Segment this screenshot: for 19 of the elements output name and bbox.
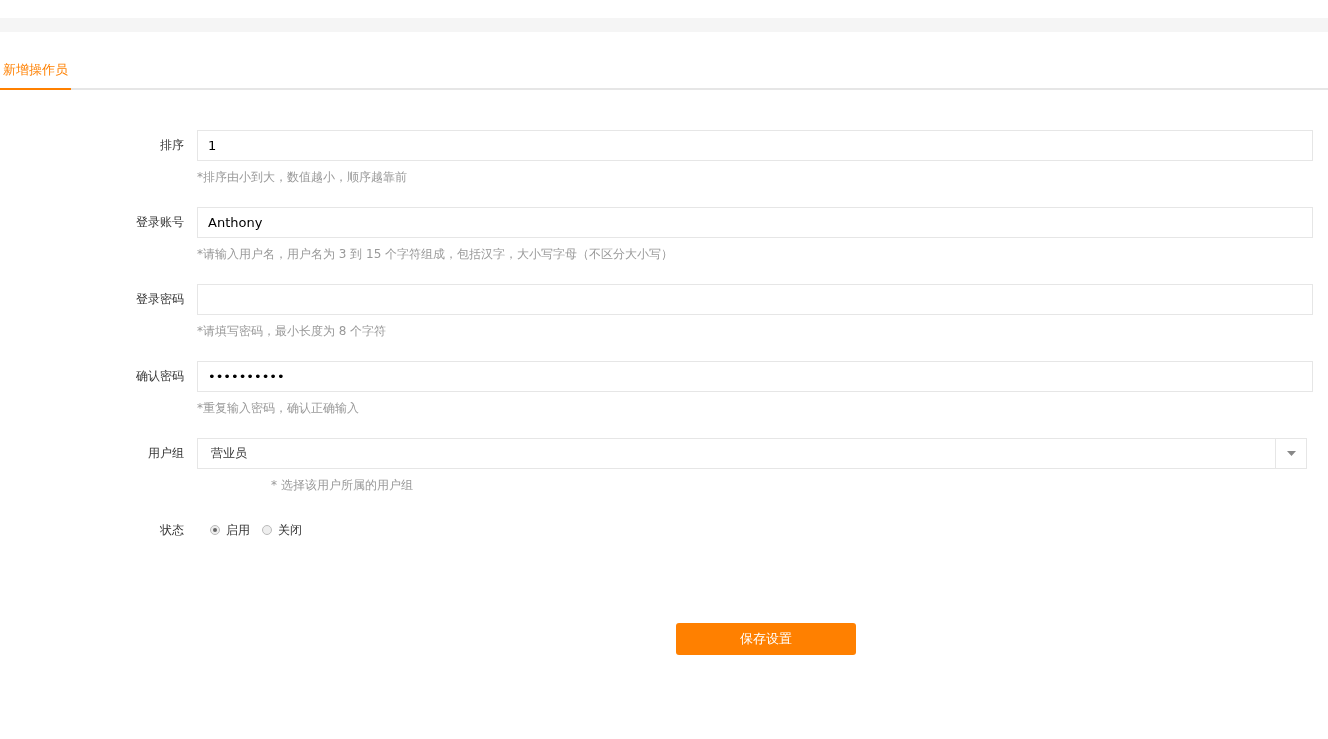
caret-icon — [1286, 450, 1296, 456]
help-text: *请输入用户名，用户名为 3 到 15 个字符组成，包括汉字，大小写字母（不区分大小写） — [197, 245, 675, 262]
input-field[interactable]: Anthony — [197, 206, 1313, 238]
input-field[interactable]: 1 — [197, 129, 1313, 161]
help-text: * 选择该用户所属的用户组 — [270, 476, 414, 493]
help-text: *重复输入密码，确认正确输入 — [197, 399, 360, 416]
input-field[interactable] — [197, 283, 1313, 315]
help-text: *排序由小到大，数值越小，顺序越靠前 — [197, 168, 408, 185]
field-label: 确认密码 — [135, 367, 184, 385]
field-label: 用户组 — [147, 444, 184, 462]
radio-option[interactable]: 启用 — [210, 514, 250, 545]
field-label: 登录密码 — [135, 290, 184, 308]
input-field[interactable]: •••••••••• — [197, 360, 1313, 392]
help-text: *请填写密码，最小长度为 8 个字符 — [197, 322, 388, 339]
select-field[interactable]: 营业员 — [197, 437, 1307, 469]
field-label: 状态 — [159, 521, 184, 539]
field-label: 登录账号 — [135, 213, 184, 231]
field-label: 排序 — [159, 136, 184, 154]
radio-option[interactable]: 关闭 — [262, 514, 302, 545]
